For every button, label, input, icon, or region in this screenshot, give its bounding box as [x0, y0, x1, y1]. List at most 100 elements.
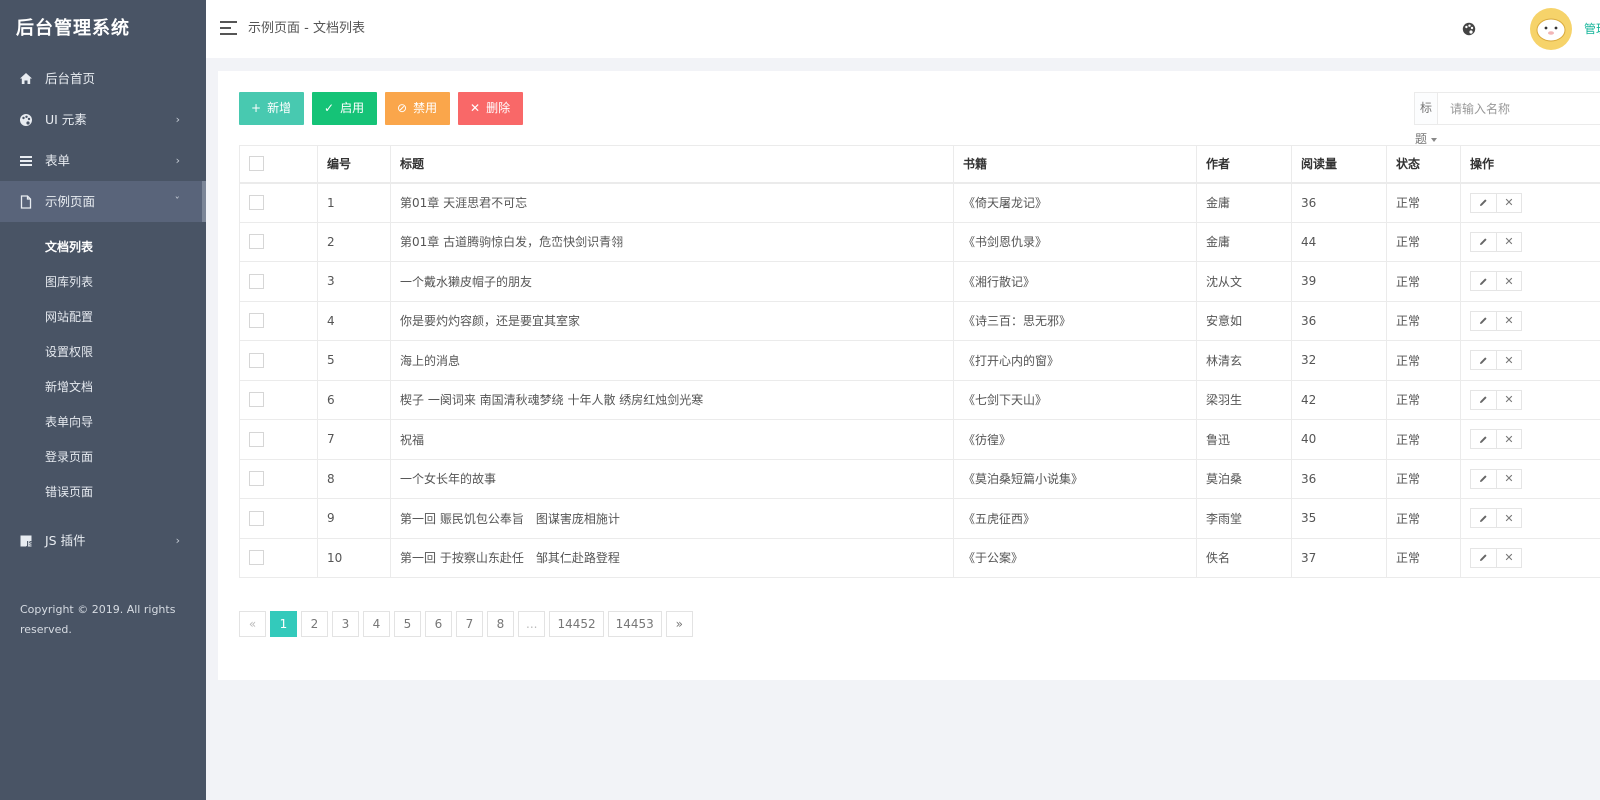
page-button[interactable]: 8	[487, 611, 514, 637]
disable-button[interactable]: ⊘ 禁用	[385, 92, 450, 125]
row-select-cell	[239, 537, 318, 578]
delete-icon[interactable]: ✕	[1496, 390, 1521, 409]
page-next-button[interactable]: »	[665, 611, 693, 637]
table-row: 5 海上的消息 《打开心内的窗》 林清玄 32 正常 ✕	[239, 340, 1600, 381]
delete-button[interactable]: ✕ 删除	[458, 92, 523, 125]
page-button[interactable]: 1	[270, 611, 297, 637]
row-action-group: ✕	[1470, 231, 1522, 252]
edit-icon[interactable]	[1471, 233, 1496, 251]
cell-status: 正常	[1386, 340, 1461, 381]
page-button[interactable]: 5	[394, 611, 421, 637]
row-checkbox[interactable]	[249, 195, 264, 210]
edit-icon[interactable]	[1471, 549, 1496, 567]
edit-icon[interactable]	[1471, 312, 1496, 330]
enable-button[interactable]: ✓ 启用	[312, 92, 377, 125]
cell-author: 金庸	[1196, 221, 1292, 262]
row-checkbox[interactable]	[249, 313, 264, 329]
edit-icon[interactable]	[1471, 470, 1496, 488]
row-action-group: ✕	[1470, 389, 1522, 410]
row-checkbox[interactable]	[249, 431, 264, 447]
delete-icon[interactable]: ✕	[1496, 509, 1521, 528]
chevron-right-icon: ›	[175, 113, 180, 126]
search-input[interactable]	[1438, 93, 1600, 124]
row-checkbox[interactable]	[249, 273, 264, 289]
delete-icon[interactable]: ✕	[1496, 430, 1521, 449]
row-select-cell	[239, 419, 318, 460]
menu-toggle-icon[interactable]	[220, 21, 237, 35]
edit-icon[interactable]	[1471, 351, 1496, 369]
add-button[interactable]: + 新增	[239, 92, 304, 125]
col-header-title[interactable]: 标题	[390, 145, 954, 184]
select-all-checkbox[interactable]	[249, 156, 264, 172]
sidebar-item-ui[interactable]: UI 元素 ›	[0, 99, 206, 140]
sidebar-menu: 后台首页 UI 元素 › 表单 › 示例页面 ˇ	[0, 58, 206, 222]
delete-icon[interactable]: ✕	[1496, 311, 1521, 330]
edit-icon[interactable]	[1471, 391, 1496, 409]
search-box: 标题	[1414, 92, 1600, 146]
chevron-right-icon: ›	[175, 154, 180, 167]
submenu-item-gallery[interactable]: 图库列表	[0, 265, 206, 300]
row-checkbox[interactable]	[249, 550, 264, 566]
theme-palette-icon[interactable]	[1462, 22, 1476, 36]
page-ellipsis: ...	[518, 611, 546, 637]
page-button[interactable]: 2	[301, 611, 328, 637]
sidebar-item-form[interactable]: 表单 ›	[0, 140, 206, 181]
row-checkbox[interactable]	[249, 392, 264, 408]
page-button[interactable]: 14453	[607, 611, 662, 637]
submenu-item-login[interactable]: 登录页面	[0, 440, 206, 475]
row-checkbox[interactable]	[249, 234, 264, 250]
row-action-group: ✕	[1470, 350, 1522, 371]
cell-book: 《诗三百：思无邪》	[953, 300, 1197, 341]
page-prev-button[interactable]: «	[239, 611, 266, 637]
col-header-id[interactable]: 编号	[317, 145, 391, 184]
row-checkbox[interactable]	[249, 352, 264, 368]
submenu-item-form-wizard[interactable]: 表单向导	[0, 405, 206, 440]
submenu-item-site-config[interactable]: 网站配置	[0, 300, 206, 335]
edit-icon[interactable]	[1471, 430, 1496, 448]
delete-icon[interactable]: ✕	[1496, 469, 1521, 488]
row-checkbox[interactable]	[249, 510, 264, 526]
delete-icon[interactable]: ✕	[1496, 232, 1521, 251]
submenu-item-permissions[interactable]: 设置权限	[0, 335, 206, 370]
search-type-select[interactable]: 标题	[1415, 93, 1438, 146]
cell-title: 你是要灼灼容颜，还是要宜其室家	[390, 300, 954, 341]
sidebar-item-examples[interactable]: 示例页面 ˇ	[0, 181, 206, 222]
page-button[interactable]: 7	[456, 611, 483, 637]
disable-button-label: 禁用	[413, 101, 438, 115]
row-action-group: ✕	[1470, 429, 1522, 450]
edit-icon[interactable]	[1471, 194, 1496, 212]
sidebar-item-js[interactable]: JS JS 插件 ›	[0, 520, 206, 561]
page-button[interactable]: 14452	[549, 611, 604, 637]
cell-reads: 32	[1291, 340, 1387, 381]
sidebar-item-home[interactable]: 后台首页	[0, 58, 206, 99]
table-row: 7 祝福 《彷徨》 鲁迅 40 正常 ✕	[239, 419, 1600, 460]
submenu-item-add-doc[interactable]: 新增文档	[0, 370, 206, 405]
cell-actions: ✕	[1460, 221, 1600, 262]
col-header-author[interactable]: 作者	[1196, 145, 1292, 184]
user-name[interactable]: 管理员	[1584, 0, 1600, 58]
table-row: 1 第01章 天涯思君不可忘 《倚天屠龙记》 金庸 36 正常 ✕	[239, 182, 1600, 223]
avatar-face-icon	[1536, 18, 1566, 42]
submenu-item-error[interactable]: 错误页面	[0, 475, 206, 510]
col-header-reads[interactable]: 阅读量	[1291, 145, 1387, 184]
cell-id: 9	[317, 498, 391, 539]
delete-icon[interactable]: ✕	[1496, 351, 1521, 370]
cell-reads: 40	[1291, 419, 1387, 460]
submenu-examples: 文档列表 图库列表 网站配置 设置权限 新增文档 表单向导 登录页面 错误页面	[0, 222, 206, 520]
page-button[interactable]: 3	[332, 611, 359, 637]
submenu-item-doc-list[interactable]: 文档列表	[0, 230, 206, 265]
edit-icon[interactable]	[1471, 272, 1496, 290]
delete-icon[interactable]: ✕	[1496, 548, 1521, 567]
delete-icon[interactable]: ✕	[1496, 193, 1521, 212]
page-button[interactable]: 4	[363, 611, 390, 637]
page-button[interactable]: 6	[425, 611, 452, 637]
breadcrumb: 示例页面 - 文档列表	[248, 21, 365, 36]
row-checkbox[interactable]	[249, 471, 264, 487]
col-header-status[interactable]: 状态	[1386, 145, 1461, 184]
col-header-actions: 操作	[1460, 145, 1600, 184]
delete-icon[interactable]: ✕	[1496, 272, 1521, 291]
col-header-book[interactable]: 书籍	[953, 145, 1197, 184]
cell-id: 4	[317, 300, 391, 341]
edit-icon[interactable]	[1471, 509, 1496, 527]
avatar[interactable]	[1530, 8, 1572, 50]
